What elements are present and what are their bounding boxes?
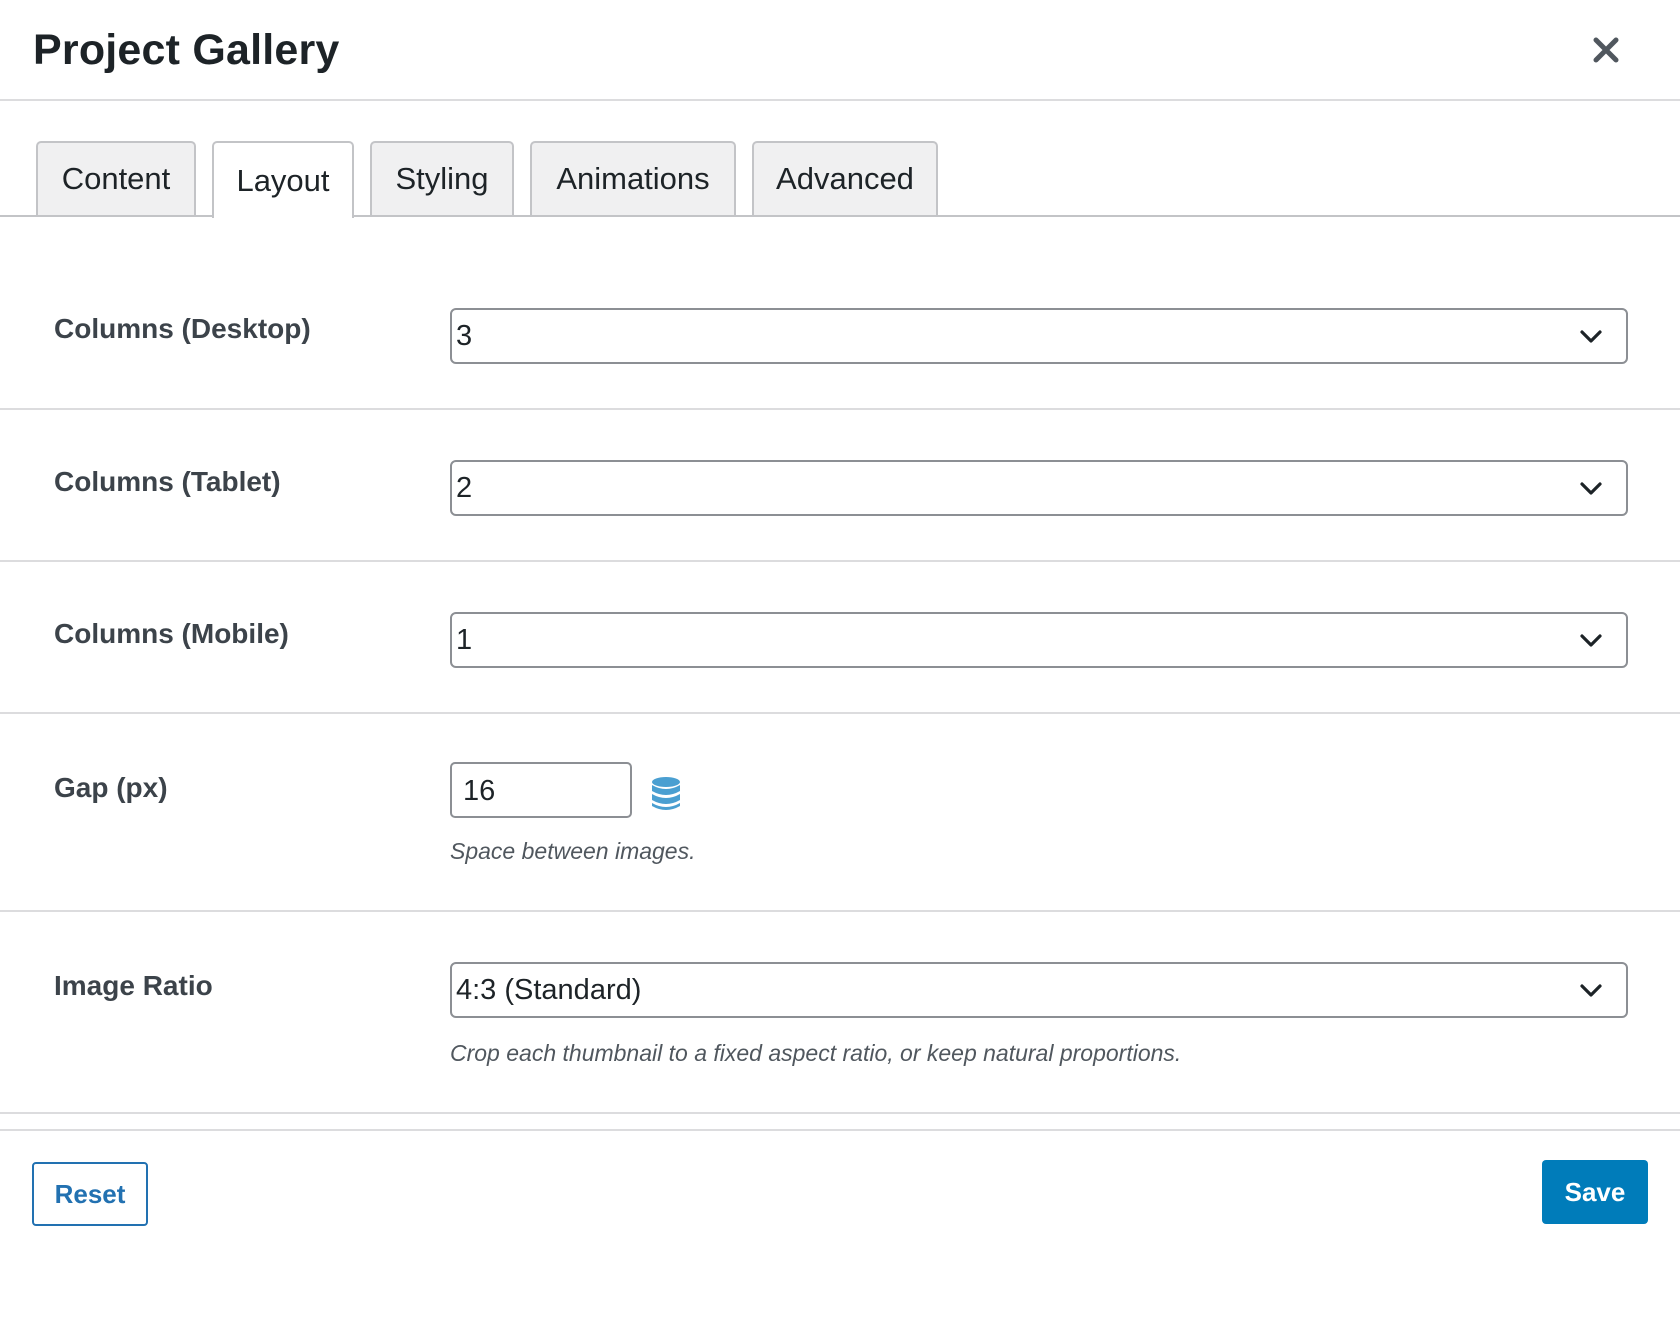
chevron-down-icon bbox=[1580, 482, 1602, 495]
columns-desktop-label: Columns (Desktop) bbox=[54, 313, 311, 344]
columns-tablet-select[interactable]: 2 bbox=[450, 460, 1628, 516]
columns-desktop-select[interactable]: 3 bbox=[450, 308, 1628, 364]
reset-button[interactable]: Reset bbox=[32, 1162, 148, 1226]
tab-layout[interactable]: Layout bbox=[212, 141, 354, 218]
database-icon[interactable] bbox=[650, 776, 682, 812]
chevron-down-icon bbox=[1580, 984, 1602, 997]
tab-label: Layout bbox=[236, 162, 330, 198]
chevron-down-icon bbox=[1580, 634, 1602, 647]
tab-label: Styling bbox=[395, 161, 489, 196]
tab-label: Animations bbox=[556, 161, 710, 196]
field-row-columns-desktop: Columns (Desktop) 3 bbox=[0, 217, 1680, 410]
columns-mobile-select[interactable]: 1 bbox=[450, 612, 1628, 668]
tab-animations[interactable]: Animations bbox=[530, 141, 736, 215]
columns-mobile-label: Columns (Mobile) bbox=[54, 618, 289, 649]
footer-divider bbox=[0, 1129, 1680, 1131]
dialog-title: Project Gallery bbox=[33, 26, 340, 74]
select-value: 2 bbox=[456, 472, 473, 504]
gap-input[interactable]: 16 bbox=[450, 762, 632, 818]
gap-help-text: Space between images. bbox=[450, 838, 696, 864]
modal-dialog: Project Gallery Content Layout Styling A… bbox=[0, 0, 1680, 1320]
chevron-down-icon bbox=[1580, 330, 1602, 343]
save-button-label: Save bbox=[1564, 1176, 1626, 1207]
field-row-image-ratio: Image Ratio 4:3 (Standard) Crop each thu… bbox=[0, 912, 1680, 1114]
tab-label: Content bbox=[61, 161, 171, 196]
tab-advanced[interactable]: Advanced bbox=[752, 141, 938, 215]
reset-button-label: Reset bbox=[54, 1178, 126, 1209]
select-value: 4:3 (Standard) bbox=[456, 974, 642, 1006]
save-button[interactable]: Save bbox=[1542, 1160, 1648, 1224]
field-row-gap: Gap (px) 16 Space between images. bbox=[0, 714, 1680, 912]
columns-tablet-label: Columns (Tablet) bbox=[54, 466, 281, 497]
field-row-columns-mobile: Columns (Mobile) 1 bbox=[0, 562, 1680, 714]
tab-label: Advanced bbox=[776, 161, 914, 196]
dialog-header: Project Gallery bbox=[0, 0, 1680, 101]
gap-label: Gap (px) bbox=[54, 772, 168, 803]
select-value: 3 bbox=[456, 320, 473, 352]
tab-styling[interactable]: Styling bbox=[370, 141, 514, 215]
image-ratio-select[interactable]: 4:3 (Standard) bbox=[450, 962, 1628, 1018]
tab-content[interactable]: Content bbox=[36, 141, 196, 215]
field-row-columns-tablet: Columns (Tablet) 2 bbox=[0, 410, 1680, 562]
tab-bar: Content Layout Styling Animations Advanc… bbox=[0, 141, 1680, 218]
close-icon[interactable] bbox=[1586, 30, 1626, 70]
image-ratio-label: Image Ratio bbox=[54, 970, 213, 1001]
gap-input-value: 16 bbox=[463, 775, 496, 807]
image-ratio-help-text: Crop each thumbnail to a fixed aspect ra… bbox=[450, 1040, 1182, 1066]
select-value: 1 bbox=[456, 624, 473, 656]
